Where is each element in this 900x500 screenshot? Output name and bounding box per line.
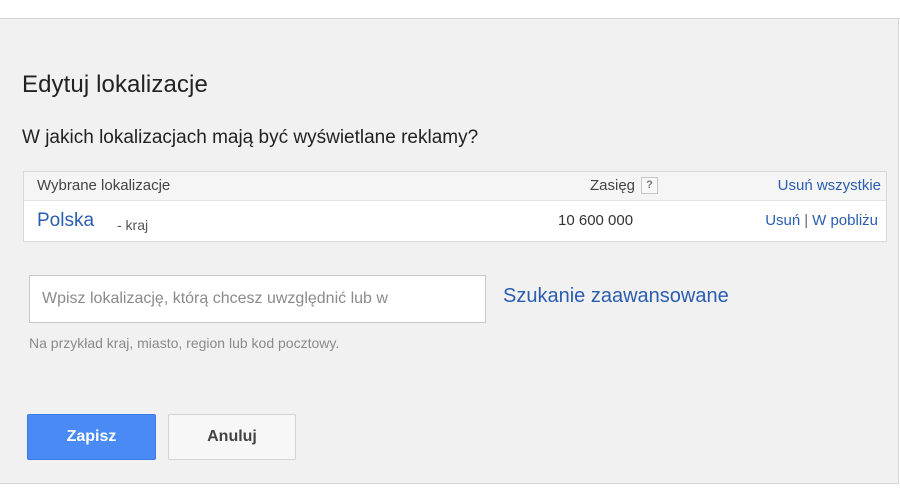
help-icon[interactable]: ?: [641, 177, 659, 194]
location-name-link[interactable]: Polska: [37, 210, 94, 232]
dialog-title: Edytuj lokalizacje: [22, 71, 208, 98]
cancel-button[interactable]: Anuluj: [168, 414, 296, 460]
remove-link[interactable]: Usuń: [765, 212, 800, 229]
row-actions: Usuń | W pobliżu: [765, 212, 878, 229]
nearby-link[interactable]: W pobliżu: [812, 212, 878, 229]
selected-locations-header: Wybrane lokalizacje: [37, 177, 171, 194]
reach-header: Zasięg ?: [590, 177, 659, 194]
top-strip: [0, 0, 900, 19]
location-search-input[interactable]: [29, 275, 486, 323]
search-hint: Na przykład kraj, miasto, region lub kod…: [29, 335, 340, 351]
edit-locations-dialog: Edytuj lokalizacje W jakich lokalizacjac…: [0, 19, 899, 484]
save-button[interactable]: Zapisz: [27, 414, 156, 460]
locations-table-header: Wybrane lokalizacje Zasięg ? Usuń wszyst…: [24, 172, 886, 201]
advanced-search-link[interactable]: Szukanie zaawansowane: [503, 285, 729, 308]
remove-all-link[interactable]: Usuń wszystkie: [778, 177, 881, 194]
table-row: Polska - kraj 10 600 000 Usuń | W pobliżu: [24, 201, 886, 241]
reach-header-label: Zasięg: [590, 177, 636, 194]
location-reach: 10 600 000: [558, 212, 634, 229]
location-type: - kraj: [117, 217, 149, 233]
action-separator: |: [804, 212, 809, 229]
question-text: W jakich lokalizacjach mają być wyświetl…: [22, 127, 479, 148]
locations-table: Wybrane lokalizacje Zasięg ? Usuń wszyst…: [23, 171, 887, 242]
